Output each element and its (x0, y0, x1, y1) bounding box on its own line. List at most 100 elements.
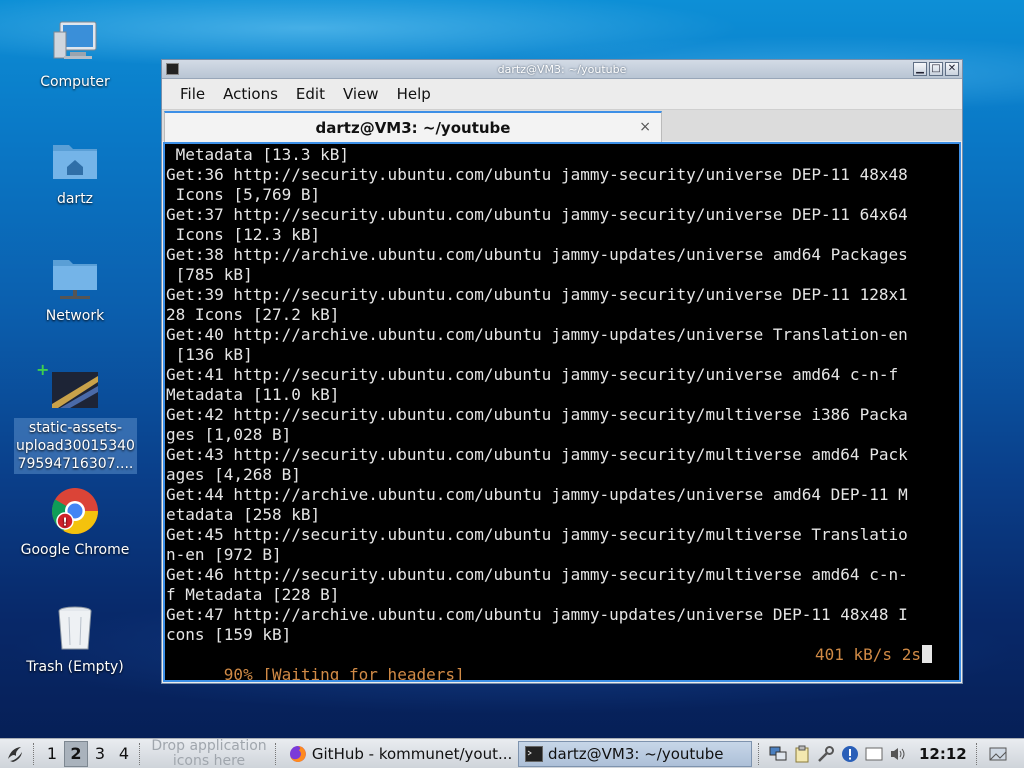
quicklaunch-drop-hint: Drop application icons here (151, 737, 267, 768)
terminal-line: n-en [972 B] (166, 545, 282, 564)
network-manager-icon[interactable] (769, 745, 787, 763)
terminal-line: Get:43 http://security.ubuntu.com/ubuntu… (166, 445, 908, 464)
desktop-icon-label: static-assets- upload30015340 7959471630… (14, 418, 137, 474)
terminal-line: Get:46 http://security.ubuntu.com/ubuntu… (166, 565, 908, 584)
task-firefox-github[interactable]: GitHub - kommunet/yout... (282, 741, 518, 767)
chrome-icon: ! (50, 486, 100, 536)
clock[interactable]: 12:12 (919, 745, 967, 763)
terminal-app-icon[interactable] (166, 63, 179, 75)
menu-help[interactable]: Help (390, 85, 438, 103)
taskbar-separator (33, 742, 37, 765)
terminal-line: cons [159 kB] (166, 625, 292, 644)
trash-icon (50, 603, 100, 653)
terminal-icon (525, 745, 543, 762)
terminal-line: Icons [12.3 kB] (166, 225, 321, 244)
desktop-icon-computer[interactable]: Computer (14, 18, 136, 92)
system-tray: 12:12 (769, 742, 1007, 765)
terminal-line: Get:39 http://security.ubuntu.com/ubuntu… (166, 285, 908, 304)
terminal-line: Get:36 http://security.ubuntu.com/ubuntu… (166, 165, 908, 184)
show-desktop-icon[interactable] (989, 745, 1007, 763)
update-alert-icon[interactable] (841, 745, 859, 763)
minimize-button[interactable]: ▁ (913, 62, 927, 76)
tools-icon[interactable] (817, 745, 835, 763)
terminal-output[interactable]: Metadata [13.3 kB] Get:36 http://security… (163, 142, 961, 682)
clipboard-icon[interactable] (793, 745, 811, 763)
lubuntu-logo-icon (8, 746, 22, 762)
desktop-icon-label: Network (45, 308, 105, 324)
terminal-line: Get:45 http://security.ubuntu.com/ubuntu… (166, 525, 908, 544)
network-folder-icon (50, 252, 100, 302)
terminal-line: Get:40 http://archive.ubuntu.com/ubuntu … (166, 325, 908, 344)
tab-terminal[interactable]: dartz@VM3: ~/youtube × (164, 111, 662, 142)
start-menu-button[interactable] (0, 739, 30, 768)
tab-close-icon[interactable]: × (639, 119, 651, 135)
terminal-cursor (921, 645, 932, 663)
terminal-line: Get:47 http://archive.ubuntu.com/ubuntu … (166, 605, 908, 624)
menu-file[interactable]: File (173, 85, 212, 103)
desktop-icon-label-line: upload30015340 (16, 438, 135, 454)
apt-speed: 401 kB/s 2s (815, 645, 932, 665)
menu-actions[interactable]: Actions (216, 85, 285, 103)
image-file-icon: + (36, 360, 100, 414)
desktop-icon-label: Google Chrome (20, 542, 130, 558)
window-title: dartz@VM3: ~/youtube (497, 62, 627, 76)
desktop-icon-label-line: static-assets- (28, 420, 123, 436)
desktop-icon-home-folder[interactable]: dartz (14, 135, 136, 209)
apt-status-line: 90% [Waiting for headers] 401 kB/s 2s (165, 645, 959, 680)
computer-icon (50, 18, 100, 68)
desktop-icon-network[interactable]: Network (14, 252, 136, 326)
workspace-2[interactable]: 2 (64, 740, 88, 767)
terminal-lines: Metadata [13.3 kB] Get:36 http://security… (165, 144, 959, 645)
menu-edit[interactable]: Edit (289, 85, 332, 103)
taskbar-separator (275, 742, 279, 765)
workspace-3[interactable]: 3 (88, 741, 112, 767)
desktop-icon-trash[interactable]: Trash (Empty) (14, 603, 136, 677)
desktop-icon-label-line: 79594716307.... (17, 456, 134, 472)
taskbar-separator (139, 742, 143, 765)
apt-speed-text: 401 kB/s 2s (815, 645, 921, 664)
task-label: GitHub - kommunet/yout... (311, 744, 511, 763)
terminal-window[interactable]: dartz@VM3: ~/youtube ▁ □ ✕ File Actions … (161, 59, 963, 684)
taskbar-separator (975, 742, 980, 765)
menu-view[interactable]: View (336, 85, 386, 103)
volume-icon[interactable] (889, 745, 907, 763)
terminal-line: Icons [5,769 B] (166, 185, 321, 204)
workspace-1[interactable]: 1 (40, 741, 64, 767)
terminal-line: Get:44 http://archive.ubuntu.com/ubuntu … (166, 485, 908, 504)
window-controls: ▁ □ ✕ (913, 62, 959, 76)
tab-bar: dartz@VM3: ~/youtube × (162, 109, 962, 142)
terminal-line: Get:38 http://archive.ubuntu.com/ubuntu … (166, 245, 908, 264)
task-terminal[interactable]: dartz@VM3: ~/youtube (518, 740, 752, 767)
svg-text:!: ! (62, 516, 67, 529)
notification-icon[interactable] (865, 745, 883, 763)
terminal-line: Metadata [11.0 kB] (166, 385, 340, 404)
apt-progress: 90% [Waiting for headers] (223, 665, 465, 682)
new-file-plus-icon: + (36, 360, 50, 379)
taskbar-separator (758, 742, 762, 765)
terminal-line: [136 kB] (166, 345, 253, 364)
maximize-button[interactable]: □ (929, 62, 943, 76)
desktop-icon-static-assets[interactable]: + static-assets- upload30015340 79594716… (14, 360, 137, 474)
desktop-icon-label: dartz (56, 191, 94, 207)
firefox-icon (289, 745, 306, 762)
desktop-icon-label: Trash (Empty) (26, 659, 124, 675)
close-button[interactable]: ✕ (945, 62, 959, 76)
window-titlebar[interactable]: dartz@VM3: ~/youtube ▁ □ ✕ (162, 60, 962, 79)
terminal-line: f Metadata [228 B] (166, 585, 340, 604)
menu-bar: File Actions Edit View Help (162, 79, 962, 109)
desktop-icon-google-chrome[interactable]: ! Google Chrome (14, 486, 136, 560)
terminal-line: Get:42 http://security.ubuntu.com/ubuntu… (166, 405, 908, 424)
terminal-line: ages [4,268 B] (166, 465, 301, 484)
terminal-line: Get:37 http://security.ubuntu.com/ubuntu… (166, 205, 908, 224)
terminal-line: ges [1,028 B] (166, 425, 292, 444)
terminal-line: Metadata [13.3 kB] (166, 145, 350, 164)
taskbar: 1 2 3 4 Drop application icons here GitH… (0, 738, 1024, 768)
home-folder-icon (50, 135, 100, 185)
terminal-line: 28 Icons [27.2 kB] (166, 305, 340, 324)
desktop-icon-label: Computer (40, 74, 110, 90)
terminal-line: Get:41 http://security.ubuntu.com/ubuntu… (166, 365, 899, 384)
terminal-line: etadata [258 kB] (166, 505, 321, 524)
workspace-4[interactable]: 4 (112, 741, 136, 767)
task-label: dartz@VM3: ~/youtube (548, 744, 724, 763)
terminal-line: [785 kB] (166, 265, 253, 284)
